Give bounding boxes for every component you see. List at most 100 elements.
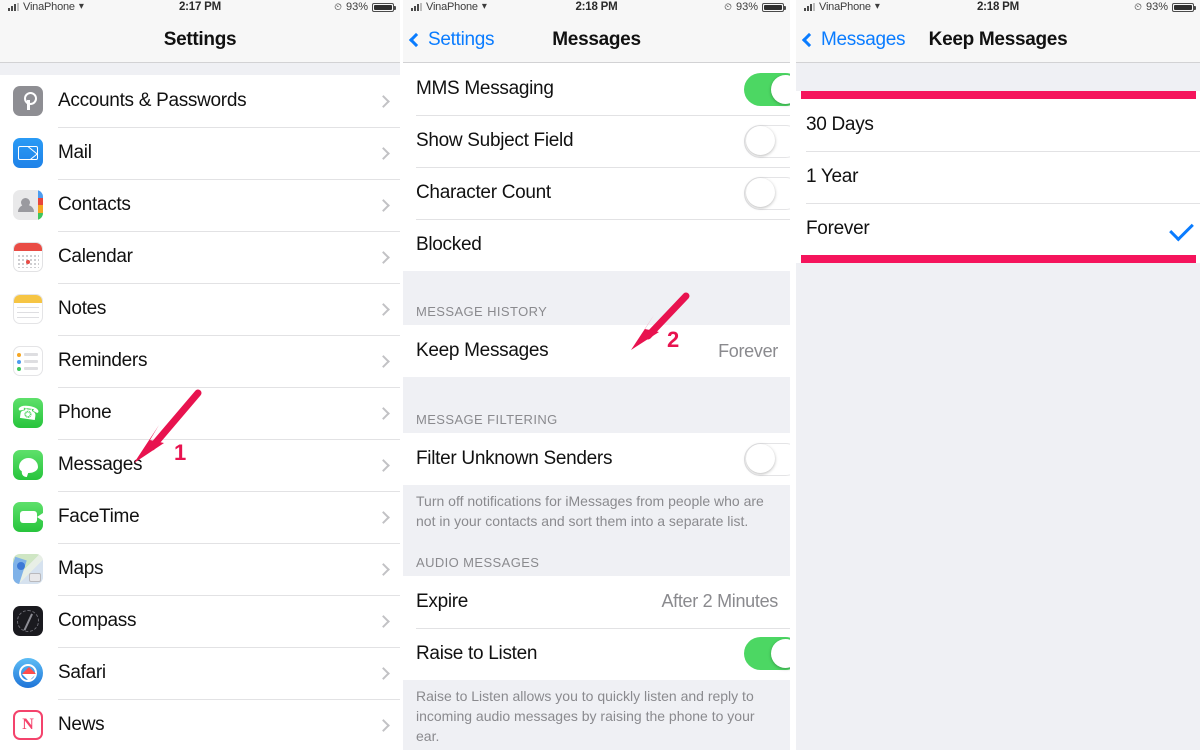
- keep-messages-navbar: Messages Keep Messages: [796, 18, 1200, 63]
- sidebar-item-news[interactable]: N News: [0, 699, 400, 750]
- battery-icon: [372, 2, 396, 12]
- mms-messaging-toggle[interactable]: [744, 72, 790, 106]
- keep-messages-panel: VinaPhone ▾ 2:18 PM ⏲ 93% Messages Keep …: [796, 0, 1200, 750]
- message-bubble-icon: [13, 450, 43, 480]
- settings-navbar: Settings: [0, 18, 400, 63]
- sidebar-item-notes[interactable]: Notes: [0, 283, 400, 335]
- sidebar-item-label: Messages: [58, 454, 143, 475]
- character-count-row[interactable]: Character Count: [403, 167, 790, 219]
- keep-messages-row[interactable]: Keep Messages Forever: [403, 325, 790, 377]
- sidebar-item-label: Mail: [58, 142, 92, 163]
- back-button-settings[interactable]: Settings: [408, 29, 495, 51]
- sidebar-item-label: Calendar: [58, 246, 133, 267]
- sidebar-item-label: Notes: [58, 298, 107, 319]
- sidebar-item-compass[interactable]: Compass: [0, 595, 400, 647]
- sidebar-item-label: Contacts: [58, 194, 131, 215]
- contacts-icon: [13, 190, 43, 220]
- show-subject-field-toggle[interactable]: [744, 124, 790, 158]
- chevron-right-icon: [377, 406, 390, 420]
- chevron-right-icon: [377, 146, 390, 160]
- sidebar-item-safari[interactable]: Safari: [0, 647, 400, 699]
- sidebar-item-label: Safari: [58, 662, 106, 683]
- chevron-right-icon: [377, 562, 390, 576]
- sidebar-item-label: FaceTime: [58, 506, 140, 527]
- keep-messages-options: 30 Days 1 Year Forever: [796, 99, 1200, 255]
- three-panel-screenshot: VinaPhone ▾ 2:17 PM ⏲ 93% Settings Accou…: [0, 0, 1200, 750]
- status-bar-left: VinaPhone ▾ 2:17 PM ⏲ 93%: [0, 0, 400, 18]
- option-30-days[interactable]: 30 Days: [796, 99, 1200, 151]
- sidebar-item-label: Reminders: [58, 350, 148, 371]
- chevron-left-icon: [801, 32, 817, 48]
- sidebar-item-messages[interactable]: Messages: [0, 439, 400, 491]
- sidebar-item-label: Maps: [58, 558, 104, 579]
- section-gap: [0, 63, 400, 75]
- expire-row[interactable]: Expire After 2 Minutes: [403, 575, 790, 628]
- chevron-right-icon: [377, 666, 390, 680]
- status-bar-mid: VinaPhone ▾ 2:18 PM ⏲ 93%: [403, 0, 790, 18]
- settings-list: Accounts & Passwords Mail Contacts Calen…: [0, 75, 400, 750]
- sidebar-item-phone[interactable]: ☎ Phone: [0, 387, 400, 439]
- reminders-icon: [13, 346, 43, 376]
- phone-handset-icon: ☎: [13, 398, 43, 428]
- sidebar-item-contacts[interactable]: Contacts: [0, 179, 400, 231]
- raise-to-listen-row[interactable]: Raise to Listen: [403, 627, 790, 680]
- row-label: Show Subject Field: [416, 130, 574, 151]
- sidebar-item-calendar[interactable]: Calendar: [0, 231, 400, 283]
- sidebar-item-facetime[interactable]: FaceTime: [0, 491, 400, 543]
- highlight-bar-top: [801, 91, 1196, 99]
- checkmark-icon: [1169, 216, 1194, 242]
- option-forever[interactable]: Forever: [796, 203, 1200, 255]
- row-label: Raise to Listen: [416, 642, 538, 664]
- annotation-number-2: 2: [667, 327, 680, 352]
- alarm-clock-icon: ⏲: [334, 1, 342, 13]
- back-button-messages[interactable]: Messages: [801, 29, 906, 51]
- row-label: Character Count: [416, 182, 551, 203]
- message-history-group: Keep Messages Forever: [403, 325, 790, 377]
- chevron-right-icon: [377, 614, 390, 628]
- row-label: Keep Messages: [416, 340, 549, 361]
- sidebar-item-label: Compass: [58, 610, 137, 631]
- back-button-label: Messages: [821, 29, 906, 50]
- messages-options-group: MMS Messaging Show Subject Field Charact…: [403, 63, 790, 271]
- blocked-row[interactable]: Blocked: [403, 219, 790, 271]
- option-label: 30 Days: [806, 114, 874, 135]
- option-1-year[interactable]: 1 Year: [796, 151, 1200, 203]
- key-icon: [13, 86, 43, 116]
- mms-messaging-row[interactable]: MMS Messaging: [403, 63, 790, 115]
- calendar-icon: [13, 242, 43, 272]
- status-bar-right: VinaPhone ▾ 2:18 PM ⏲ 93%: [796, 0, 1200, 18]
- message-filtering-group: Filter Unknown Senders: [403, 433, 790, 485]
- sidebar-item-reminders[interactable]: Reminders: [0, 335, 400, 387]
- character-count-toggle[interactable]: [744, 176, 790, 210]
- row-label: Expire: [416, 590, 469, 612]
- safari-compass-icon: [13, 658, 43, 688]
- row-label: Filter Unknown Senders: [416, 448, 613, 469]
- battery-icon: [762, 2, 786, 12]
- chevron-right-icon: [377, 510, 390, 524]
- news-icon: N: [13, 710, 43, 740]
- annotation-number-1: 1: [174, 440, 187, 465]
- battery-icon: [1172, 2, 1196, 12]
- keep-messages-value: Forever: [718, 340, 778, 361]
- page-title: Settings: [163, 29, 237, 50]
- status-bar-right-group: ⏲ 93%: [334, 1, 396, 13]
- filter-unknown-senders-row[interactable]: Filter Unknown Senders: [403, 433, 790, 485]
- sidebar-item-maps[interactable]: Maps: [0, 543, 400, 595]
- compass-icon: [13, 606, 43, 636]
- chevron-right-icon: [377, 458, 390, 472]
- notes-icon: [13, 294, 43, 324]
- raise-to-listen-toggle[interactable]: [744, 637, 790, 671]
- chevron-right-icon: [377, 94, 390, 108]
- battery-percent-label: 93%: [345, 1, 368, 13]
- status-bar-right-group: ⏲ 93%: [1134, 1, 1196, 13]
- sidebar-item-mail[interactable]: Mail: [0, 127, 400, 179]
- alarm-clock-icon: ⏲: [1134, 1, 1142, 13]
- maps-icon: [13, 554, 43, 584]
- chevron-right-icon: [377, 302, 390, 316]
- sidebar-item-accounts-passwords[interactable]: Accounts & Passwords: [0, 75, 400, 127]
- filter-unknown-senders-toggle[interactable]: [744, 442, 790, 476]
- show-subject-field-row[interactable]: Show Subject Field: [403, 115, 790, 167]
- chevron-left-icon: [408, 32, 424, 48]
- message-filtering-note: Turn off notifications for iMessages fro…: [403, 485, 790, 540]
- battery-percent-label: 93%: [1145, 1, 1168, 13]
